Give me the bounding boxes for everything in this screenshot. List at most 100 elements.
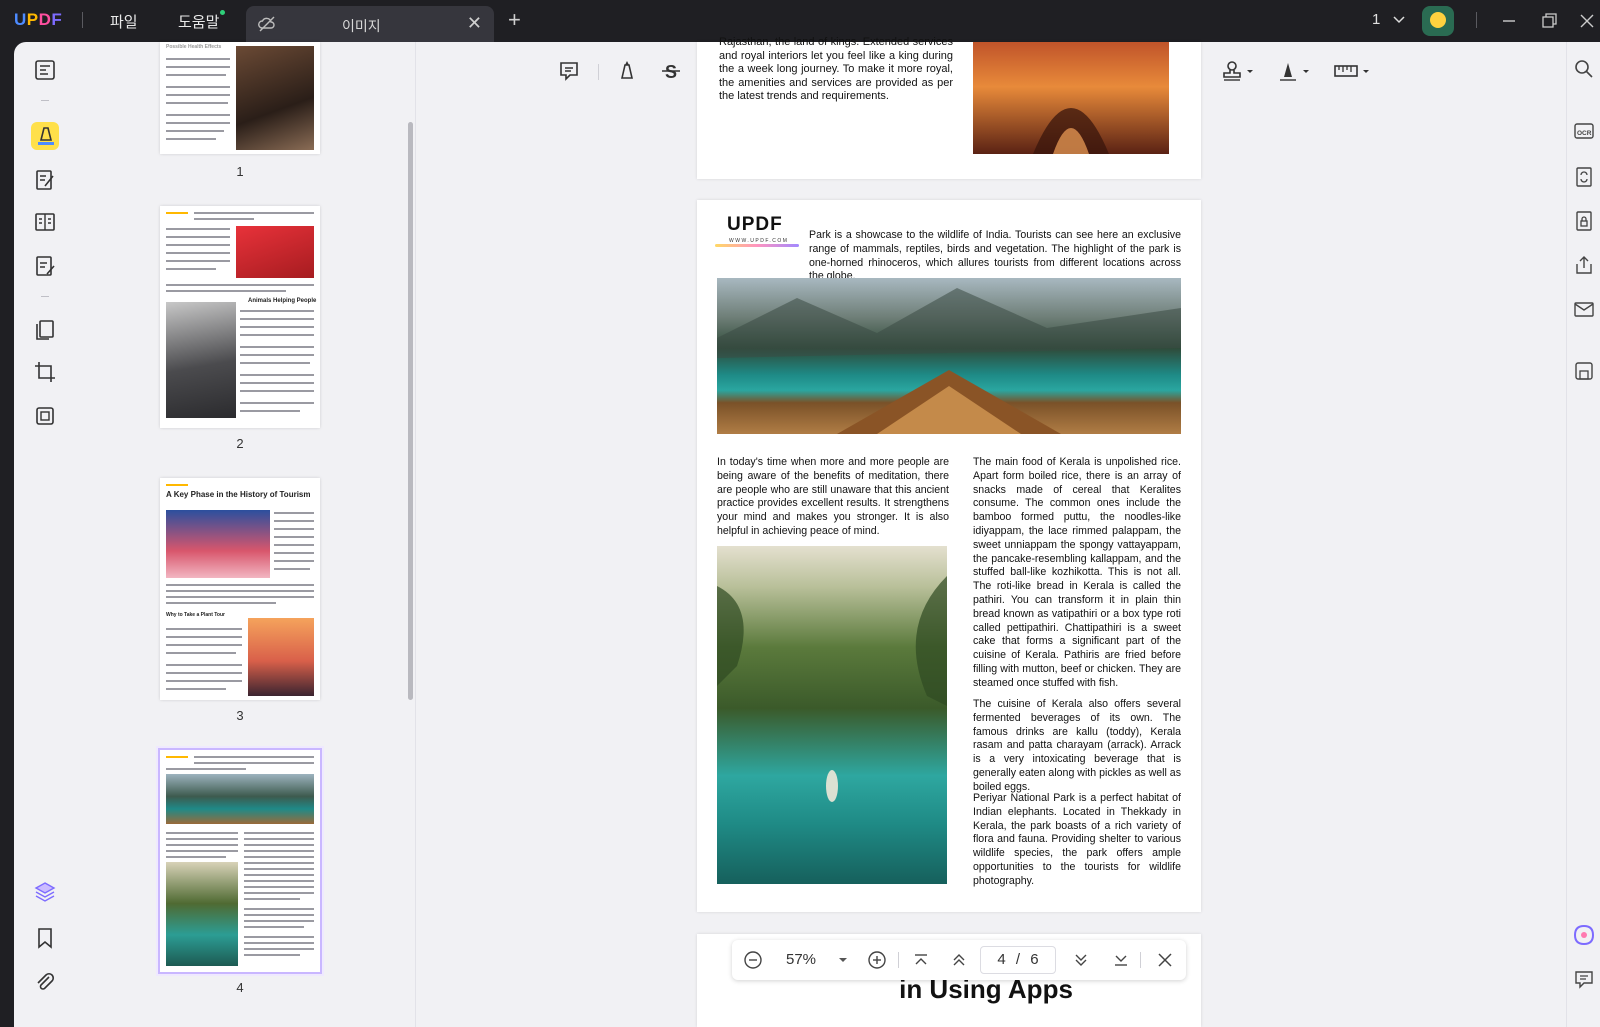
window-count-selector[interactable]: 1 bbox=[1372, 11, 1405, 28]
window-count: 1 bbox=[1372, 11, 1381, 28]
menu-help[interactable]: 도움말 bbox=[178, 10, 226, 32]
text-line bbox=[166, 284, 314, 286]
boat-shape bbox=[717, 288, 1181, 434]
text-line bbox=[166, 130, 224, 132]
text-line bbox=[240, 382, 314, 384]
text-line bbox=[166, 268, 216, 270]
text-line bbox=[244, 856, 314, 858]
page-4-right-paragraph-1: The main food of Kerala is unpolished ri… bbox=[973, 456, 1181, 689]
text-line bbox=[244, 838, 314, 840]
page-thumbnail-1[interactable]: Possible Health Effects bbox=[160, 42, 320, 154]
highlight-icon[interactable] bbox=[614, 58, 640, 84]
share-icon[interactable] bbox=[1573, 254, 1595, 276]
notification-dot bbox=[220, 10, 226, 15]
previous-page-icon[interactable] bbox=[948, 949, 970, 971]
title-separator bbox=[1476, 12, 1477, 28]
page-thumbnail-2[interactable]: Animals Helping People bbox=[160, 206, 320, 428]
next-page-icon[interactable] bbox=[1070, 949, 1092, 971]
close-navigator-icon[interactable] bbox=[1154, 949, 1176, 971]
text-line bbox=[240, 318, 314, 320]
text-line bbox=[166, 66, 230, 68]
toolbar-separator bbox=[598, 64, 599, 80]
zoom-level[interactable]: 57% bbox=[786, 951, 816, 968]
text-line bbox=[244, 844, 314, 846]
menu-file[interactable]: 파일 bbox=[110, 11, 138, 32]
text-line bbox=[244, 942, 314, 944]
minimize-icon[interactable] bbox=[1496, 8, 1522, 34]
text-line bbox=[244, 898, 300, 900]
eiffel-tower-image bbox=[248, 618, 314, 696]
first-page-icon[interactable] bbox=[910, 949, 932, 971]
comments-panel-icon[interactable] bbox=[1573, 968, 1595, 990]
edit-pdf-icon[interactable] bbox=[33, 168, 57, 192]
page-edit-icon[interactable] bbox=[33, 254, 57, 278]
thumbnail-page-number: 2 bbox=[236, 436, 244, 451]
text-line bbox=[166, 602, 276, 604]
zoom-out-icon[interactable] bbox=[742, 949, 764, 971]
boat-lake-image bbox=[166, 774, 314, 824]
text-line bbox=[244, 874, 314, 876]
tab-close-icon[interactable]: ✕ bbox=[467, 14, 482, 32]
document-tab[interactable]: 이미지 ✕ bbox=[246, 6, 494, 42]
restore-icon[interactable] bbox=[1536, 8, 1562, 34]
rail-separator bbox=[41, 296, 49, 297]
svg-text:S: S bbox=[665, 62, 677, 82]
thumbnail-heading: Animals Helping People bbox=[248, 298, 317, 304]
text-line bbox=[240, 310, 314, 312]
page-thumbnail-4[interactable] bbox=[158, 748, 322, 974]
text-line bbox=[166, 590, 314, 592]
ai-assistant-icon[interactable] bbox=[1573, 924, 1595, 946]
text-line bbox=[244, 862, 314, 864]
boat-lake-photo bbox=[717, 278, 1181, 434]
text-line bbox=[240, 374, 314, 376]
stamp-icon[interactable] bbox=[1220, 58, 1256, 84]
strikethrough-icon[interactable]: S bbox=[658, 58, 684, 84]
text-line bbox=[274, 536, 314, 538]
dog-costume-image bbox=[236, 226, 314, 278]
text-line bbox=[166, 244, 230, 246]
text-line bbox=[166, 680, 242, 682]
text-line bbox=[244, 920, 314, 922]
organize-pages-icon[interactable] bbox=[33, 318, 57, 342]
save-icon[interactable] bbox=[1573, 360, 1595, 382]
note-icon[interactable] bbox=[556, 58, 582, 84]
nav-separator bbox=[898, 952, 899, 968]
new-tab-plus-icon[interactable]: + bbox=[508, 9, 521, 31]
email-icon[interactable] bbox=[1573, 298, 1595, 320]
crop-icon[interactable] bbox=[33, 360, 57, 384]
text-line bbox=[166, 644, 242, 646]
protect-icon[interactable] bbox=[33, 404, 57, 428]
search-icon[interactable] bbox=[1573, 58, 1595, 80]
protect-document-icon[interactable] bbox=[1573, 210, 1595, 232]
thumbnail-heading: A Key Phase in the History of Tourism bbox=[166, 490, 311, 499]
user-avatar[interactable] bbox=[1422, 6, 1454, 36]
text-line bbox=[166, 138, 216, 140]
zoom-in-icon[interactable] bbox=[866, 949, 888, 971]
convert-icon[interactable] bbox=[1573, 166, 1595, 188]
reader-icon[interactable] bbox=[33, 58, 57, 82]
last-page-icon[interactable] bbox=[1110, 949, 1132, 971]
measure-icon[interactable] bbox=[1332, 58, 1372, 84]
text-line bbox=[240, 390, 314, 392]
signature-icon[interactable] bbox=[1276, 58, 1312, 84]
page-number-input[interactable]: 4 / 6 bbox=[980, 946, 1056, 974]
attachment-icon[interactable] bbox=[33, 970, 57, 994]
layers-icon[interactable] bbox=[33, 880, 57, 904]
updf-logo: UPDF bbox=[14, 10, 62, 30]
text-line bbox=[240, 354, 314, 356]
comment-highlighter-icon[interactable] bbox=[33, 124, 57, 148]
page-thumbnail-3[interactable]: A Key Phase in the History of Tourism Wh… bbox=[160, 478, 320, 700]
text-line bbox=[194, 756, 314, 758]
text-line bbox=[166, 584, 314, 586]
ocr-icon[interactable]: OCR bbox=[1573, 120, 1595, 142]
form-icon[interactable] bbox=[33, 210, 57, 234]
pdf-page-4: UPDF WWW.UPDF.COM Park is a showcase to … bbox=[697, 200, 1201, 912]
text-line bbox=[194, 212, 314, 214]
thumbnail-page-number: 4 bbox=[236, 980, 244, 995]
text-line bbox=[166, 58, 230, 60]
zoom-dropdown-icon[interactable] bbox=[836, 949, 850, 971]
close-window-icon[interactable] bbox=[1574, 8, 1600, 34]
text-line bbox=[244, 850, 314, 852]
bookmark-icon[interactable] bbox=[33, 926, 57, 950]
thumbnail-scrollbar[interactable] bbox=[408, 122, 413, 700]
